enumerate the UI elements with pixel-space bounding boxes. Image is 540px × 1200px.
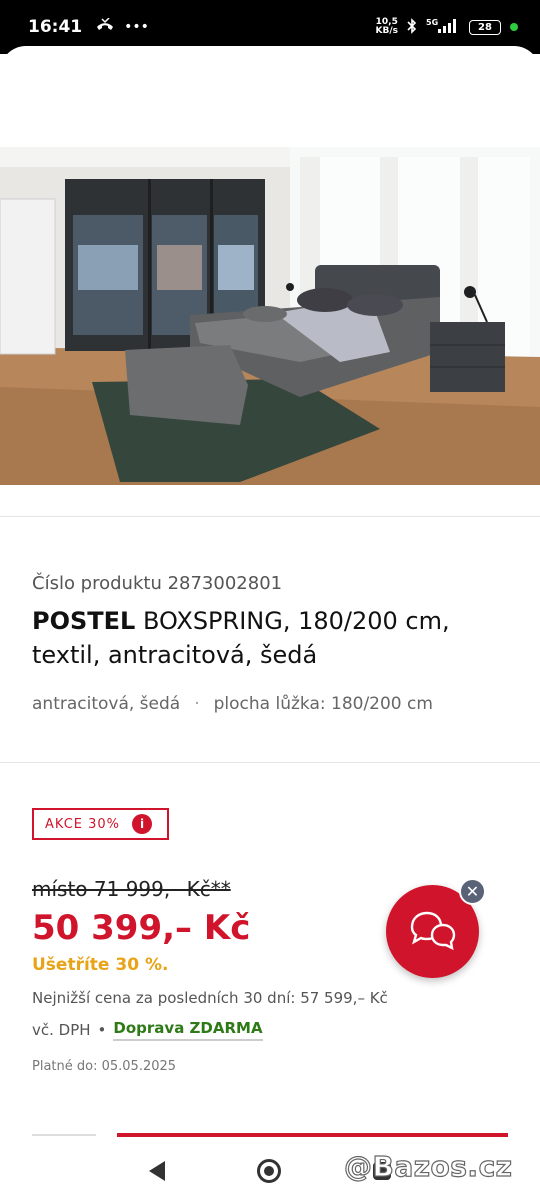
signal-icon: 5G: [426, 18, 460, 37]
divider: [0, 516, 540, 517]
current-price: 50 399,– Kč: [32, 908, 251, 948]
valid-until: Platné do: 05.05.2025: [32, 1059, 177, 1074]
product-sheet: Číslo produktu 2873002801 POSTEL BOXSPRI…: [0, 46, 540, 1200]
quantity-selector-edge[interactable]: [32, 1134, 96, 1136]
status-left-icons: •••: [96, 17, 149, 36]
info-icon[interactable]: i: [132, 814, 153, 834]
divider: [0, 762, 540, 763]
free-shipping-link[interactable]: Doprava ZDARMA: [113, 1019, 263, 1041]
bluetooth-icon: [407, 17, 417, 37]
missed-call-icon: [96, 17, 114, 36]
attr-color: antracitová, šedá: [32, 694, 181, 714]
chat-close-button[interactable]: ✕: [459, 878, 486, 905]
chat-bubbles-icon: [410, 911, 455, 950]
product-title-bold: POSTEL: [32, 607, 136, 635]
battery-icon: 28: [469, 19, 501, 35]
network-speed: 10,5 KB/s: [375, 17, 398, 36]
discount-badge-label: AKCE 30%: [45, 816, 121, 832]
back-icon[interactable]: [149, 1161, 165, 1181]
watermark: @Bazos.cz: [343, 1149, 513, 1183]
privacy-dot-icon: [510, 23, 518, 31]
savings-text: Ušetříte 30 %.: [32, 955, 169, 975]
attr-size: plocha lůžka: 180/200 cm: [213, 694, 433, 714]
svg-text:5G: 5G: [426, 18, 438, 27]
lowest-price-30-days: Nejnižší cena za posledních 30 dní: 57 5…: [32, 989, 388, 1007]
product-title: POSTEL BOXSPRING, 180/200 cm, textil, an…: [32, 604, 502, 672]
status-time: 16:41: [28, 17, 83, 37]
status-right: 10,5 KB/s 5G 28: [376, 18, 518, 37]
attr-separator: ·: [194, 694, 200, 714]
more-icon: •••: [124, 19, 149, 35]
product-number: Číslo produktu 2873002801: [32, 573, 283, 594]
product-photo[interactable]: [0, 147, 540, 485]
discount-badge[interactable]: AKCE 30% i: [32, 808, 169, 840]
product-attributes: antracitová, šedá · plocha lůžka: 180/20…: [32, 694, 433, 714]
vat-label: vč. DPH: [32, 1021, 91, 1039]
old-price: místo 71 999,– Kč**: [32, 877, 231, 901]
home-icon[interactable]: [257, 1159, 281, 1183]
add-to-cart-button-edge[interactable]: [117, 1133, 508, 1137]
vat-shipping-row: vč. DPH • Doprava ZDARMA: [32, 1019, 263, 1041]
bullet: •: [97, 1021, 107, 1039]
